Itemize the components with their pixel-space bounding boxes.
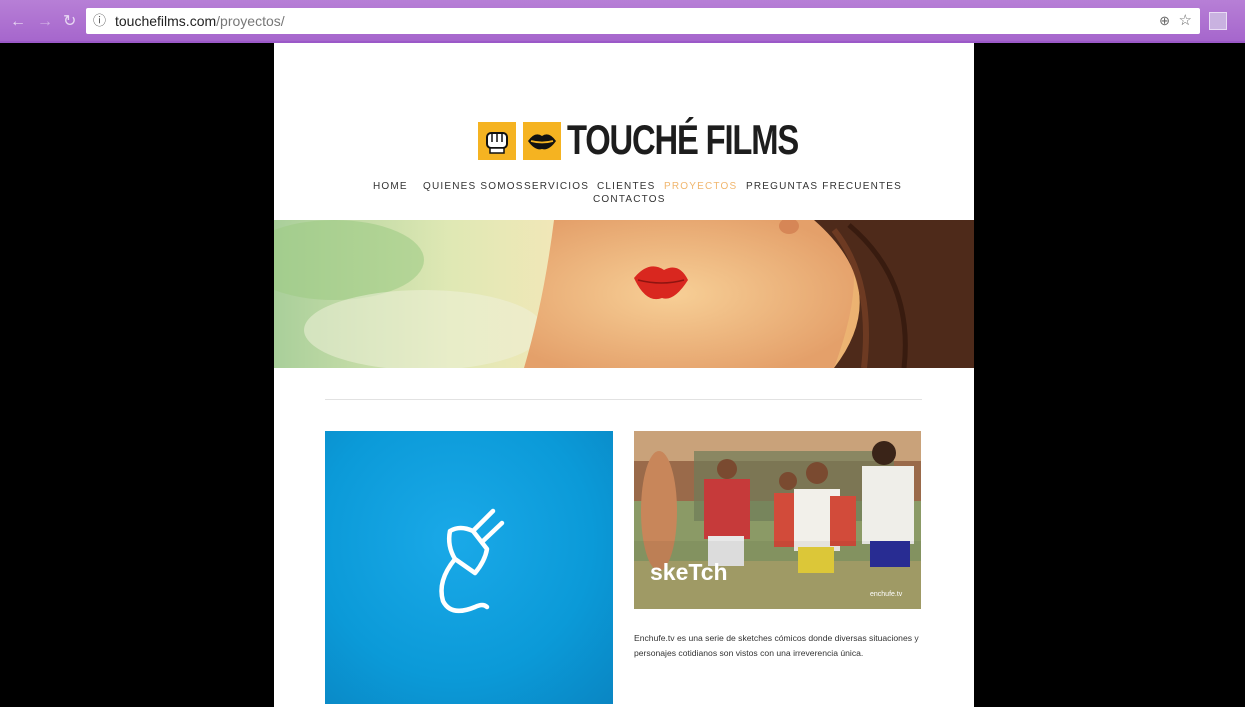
page-content: TOUCHÉ FILMS HOME QUIENES SOMOS SERVICIO… (274, 43, 974, 707)
hero-image (274, 220, 974, 368)
sketch-overlay-text: skeTch (650, 559, 728, 585)
browser-toolbar: ← → ↻ ⓘ touchefilms.com/proyectos/ ⊕ ☆ (0, 0, 1245, 43)
section-divider (325, 399, 922, 400)
nav-preguntas-frecuentes[interactable]: PREGUNTAS FRECUENTES (746, 181, 902, 192)
fist-logo-icon (478, 122, 516, 160)
zoom-icon[interactable]: ⊕ (1159, 8, 1170, 34)
nav-contactos[interactable]: CONTACTOS (593, 194, 666, 205)
enchufe-watermark: enchufe.tv (870, 591, 903, 598)
project-tile-sketch[interactable]: skeTch enchufe.tv (634, 431, 921, 609)
reload-icon[interactable]: ↻ (63, 12, 76, 32)
plug-icon (439, 508, 505, 614)
nav-home[interactable]: HOME (373, 181, 408, 192)
address-bar[interactable]: ⓘ touchefilms.com/proyectos/ ⊕ ☆ (86, 8, 1200, 34)
star-icon[interactable]: ☆ (1179, 8, 1192, 34)
url-text: touchefilms.com/proyectos/ (115, 13, 285, 29)
project-description: Enchufe.tv es una serie de sketches cómi… (634, 633, 919, 658)
nav-servicios[interactable]: SERVICIOS (524, 181, 589, 192)
nav-clientes[interactable]: CLIENTES (597, 181, 656, 192)
extension-icon[interactable] (1209, 12, 1227, 30)
nav-quienes-somos[interactable]: QUIENES SOMOS (423, 181, 524, 192)
project-tile-enchufe[interactable] (325, 431, 613, 704)
info-icon[interactable]: ⓘ (93, 8, 106, 34)
nav-proyectos[interactable]: PROYECTOS (664, 181, 737, 192)
site-logo[interactable]: TOUCHÉ FILMS (478, 116, 799, 163)
back-arrow-icon[interactable]: ← (10, 12, 26, 32)
lips-logo-icon (523, 122, 561, 160)
forward-arrow-icon[interactable]: → (37, 12, 53, 32)
logo-text: TOUCHÉ FILMS (567, 116, 799, 163)
